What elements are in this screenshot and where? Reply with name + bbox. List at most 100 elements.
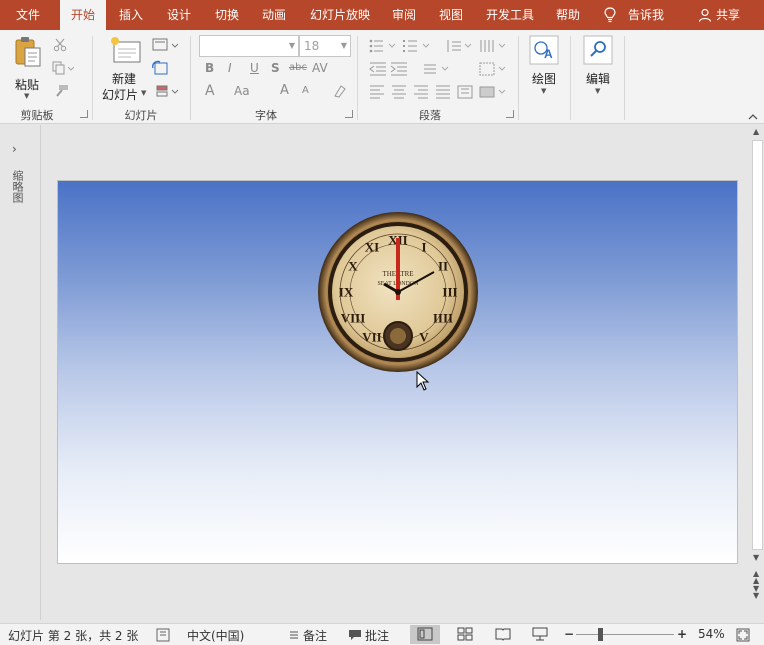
reading-view-button[interactable] bbox=[488, 625, 518, 644]
normal-view-button[interactable] bbox=[410, 625, 440, 644]
previous-slide-icon[interactable]: ▲ ▲ bbox=[753, 570, 759, 585]
zoom-out-button[interactable]: − bbox=[564, 627, 574, 641]
bold-icon[interactable]: B bbox=[205, 61, 214, 75]
layout-icon[interactable] bbox=[152, 38, 180, 52]
text-direction-icon[interactable] bbox=[422, 62, 452, 76]
editing-button[interactable]: 编辑 ▼ bbox=[580, 35, 616, 101]
tab-view[interactable]: 视图 bbox=[429, 0, 473, 30]
columns-icon[interactable] bbox=[479, 39, 509, 53]
tab-transitions[interactable]: 切换 bbox=[205, 0, 249, 30]
clock-image[interactable]: XIIIIIIIIIIIIVVIVIIVIIIIXXXI THEATRE SEA… bbox=[316, 210, 480, 374]
tab-review-label: 审阅 bbox=[391, 8, 416, 22]
paste-label: 粘贴 bbox=[15, 78, 40, 92]
person-icon bbox=[698, 8, 712, 22]
align-center-icon[interactable] bbox=[391, 85, 407, 99]
language-status[interactable]: 中文(中国) bbox=[187, 627, 244, 644]
clear-formatting-icon[interactable] bbox=[331, 84, 347, 98]
distributed-icon[interactable] bbox=[457, 85, 473, 99]
tab-help-label: 帮助 bbox=[555, 8, 580, 22]
zoom-in-button[interactable]: + bbox=[677, 627, 687, 641]
tab-home[interactable]: 开始 bbox=[60, 0, 106, 30]
align-text-icon[interactable] bbox=[479, 62, 509, 76]
font-name-combobox[interactable]: ▼ bbox=[199, 35, 299, 57]
tab-developer[interactable]: 开发工具 bbox=[478, 0, 542, 30]
scrollbar-thumb[interactable] bbox=[752, 140, 763, 550]
new-slide-button[interactable]: 新建 幻灯片 ▼ bbox=[99, 36, 151, 102]
group-separator bbox=[518, 36, 519, 120]
search-icon bbox=[583, 35, 613, 65]
align-left-icon[interactable] bbox=[369, 85, 385, 99]
section-icon[interactable] bbox=[152, 84, 180, 98]
increase-font-icon[interactable]: A bbox=[280, 83, 289, 98]
strikethrough-icon[interactable]: abc bbox=[289, 62, 307, 73]
change-case-icon[interactable]: Aa bbox=[234, 84, 250, 98]
next-slide-icon[interactable]: ▼ ▼ bbox=[753, 585, 759, 600]
slideshow-view-button[interactable] bbox=[525, 625, 555, 644]
numbering-icon[interactable] bbox=[403, 39, 433, 53]
comment-icon bbox=[349, 630, 361, 640]
copy-icon[interactable] bbox=[52, 61, 74, 75]
zoom-slider-track[interactable] bbox=[576, 634, 674, 635]
font-color-icon[interactable]: A bbox=[205, 83, 215, 99]
tab-design[interactable]: 设计 bbox=[157, 0, 201, 30]
bullets-icon[interactable] bbox=[369, 39, 399, 53]
paragraph-dialog-launcher[interactable] bbox=[506, 110, 514, 118]
clock-numeral: V bbox=[419, 330, 429, 345]
tell-me-search[interactable]: 告诉我 bbox=[600, 0, 680, 30]
tab-slideshow[interactable]: 幻灯片放映 bbox=[302, 0, 378, 30]
character-spacing-icon[interactable]: AV bbox=[312, 61, 328, 75]
smartart-icon[interactable] bbox=[479, 85, 509, 99]
clock-numeral: III bbox=[442, 285, 457, 300]
notes-button[interactable]: 备注 bbox=[303, 627, 327, 644]
comments-button[interactable]: 批注 bbox=[365, 627, 389, 644]
share-button[interactable]: 共享 bbox=[694, 0, 754, 30]
accessibility-icon[interactable] bbox=[156, 628, 170, 642]
tell-me-label: 告诉我 bbox=[628, 8, 665, 22]
slide-count-status: 幻灯片 第 2 张，共 2 张 bbox=[8, 629, 139, 643]
tab-file[interactable]: 文件 bbox=[0, 0, 56, 30]
decrease-indent-icon[interactable] bbox=[369, 62, 387, 76]
format-painter-icon[interactable] bbox=[53, 84, 69, 98]
paste-icon bbox=[15, 37, 41, 67]
font-size-combobox[interactable]: 18 ▼ bbox=[299, 35, 351, 57]
slide-sorter-button[interactable] bbox=[450, 625, 480, 644]
tab-animations[interactable]: 动画 bbox=[252, 0, 296, 30]
clipboard-group-label: 剪贴板 bbox=[20, 109, 54, 122]
editing-label: 编辑 bbox=[586, 72, 611, 86]
zoom-slider-thumb[interactable] bbox=[598, 628, 603, 641]
tab-review[interactable]: 审阅 bbox=[382, 0, 426, 30]
tab-animations-label: 动画 bbox=[261, 8, 286, 22]
scroll-up-icon[interactable]: ▲ bbox=[753, 127, 759, 136]
decrease-font-icon[interactable]: A bbox=[302, 85, 309, 96]
line-spacing-icon[interactable] bbox=[445, 39, 475, 53]
drawing-button[interactable]: A 绘图 ▼ bbox=[526, 35, 562, 101]
italic-icon[interactable]: I bbox=[228, 61, 232, 75]
fit-to-window-icon[interactable] bbox=[736, 628, 750, 642]
chevron-right-icon[interactable]: › bbox=[12, 142, 17, 156]
align-right-icon[interactable] bbox=[413, 85, 429, 99]
zoom-level[interactable]: 54% bbox=[698, 627, 725, 641]
increase-indent-icon[interactable] bbox=[390, 62, 408, 76]
shapes-icon: A bbox=[529, 35, 559, 65]
group-separator bbox=[570, 36, 571, 120]
thumbnail-pane-collapsed: › 缩略图 bbox=[0, 125, 41, 620]
cut-icon[interactable] bbox=[53, 38, 67, 52]
tab-insert[interactable]: 插入 bbox=[109, 0, 153, 30]
new-slide-icon bbox=[111, 37, 141, 63]
underline-icon[interactable]: U bbox=[250, 61, 259, 75]
slide-canvas[interactable]: XIIIIIIIIIIIIVVIVIIVIIIIXXXI THEATRE SEA… bbox=[57, 180, 738, 564]
tab-home-label: 开始 bbox=[70, 8, 95, 22]
tab-help[interactable]: 帮助 bbox=[546, 0, 590, 30]
reset-slide-icon[interactable] bbox=[152, 60, 168, 76]
notes-icon bbox=[290, 631, 298, 639]
slideshow-icon bbox=[532, 627, 548, 641]
font-dialog-launcher[interactable] bbox=[345, 110, 353, 118]
paste-button[interactable]: 粘贴 ▼ bbox=[8, 36, 48, 100]
shadow-icon[interactable]: S bbox=[271, 61, 280, 75]
scroll-down-icon[interactable]: ▼ bbox=[753, 553, 759, 562]
font-size-value: 18 bbox=[304, 39, 320, 53]
thumbnail-pane-label[interactable]: 缩略图 bbox=[9, 170, 25, 203]
clipboard-dialog-launcher[interactable] bbox=[80, 110, 88, 118]
collapse-ribbon-icon[interactable] bbox=[748, 112, 758, 122]
justify-icon[interactable] bbox=[435, 85, 451, 99]
